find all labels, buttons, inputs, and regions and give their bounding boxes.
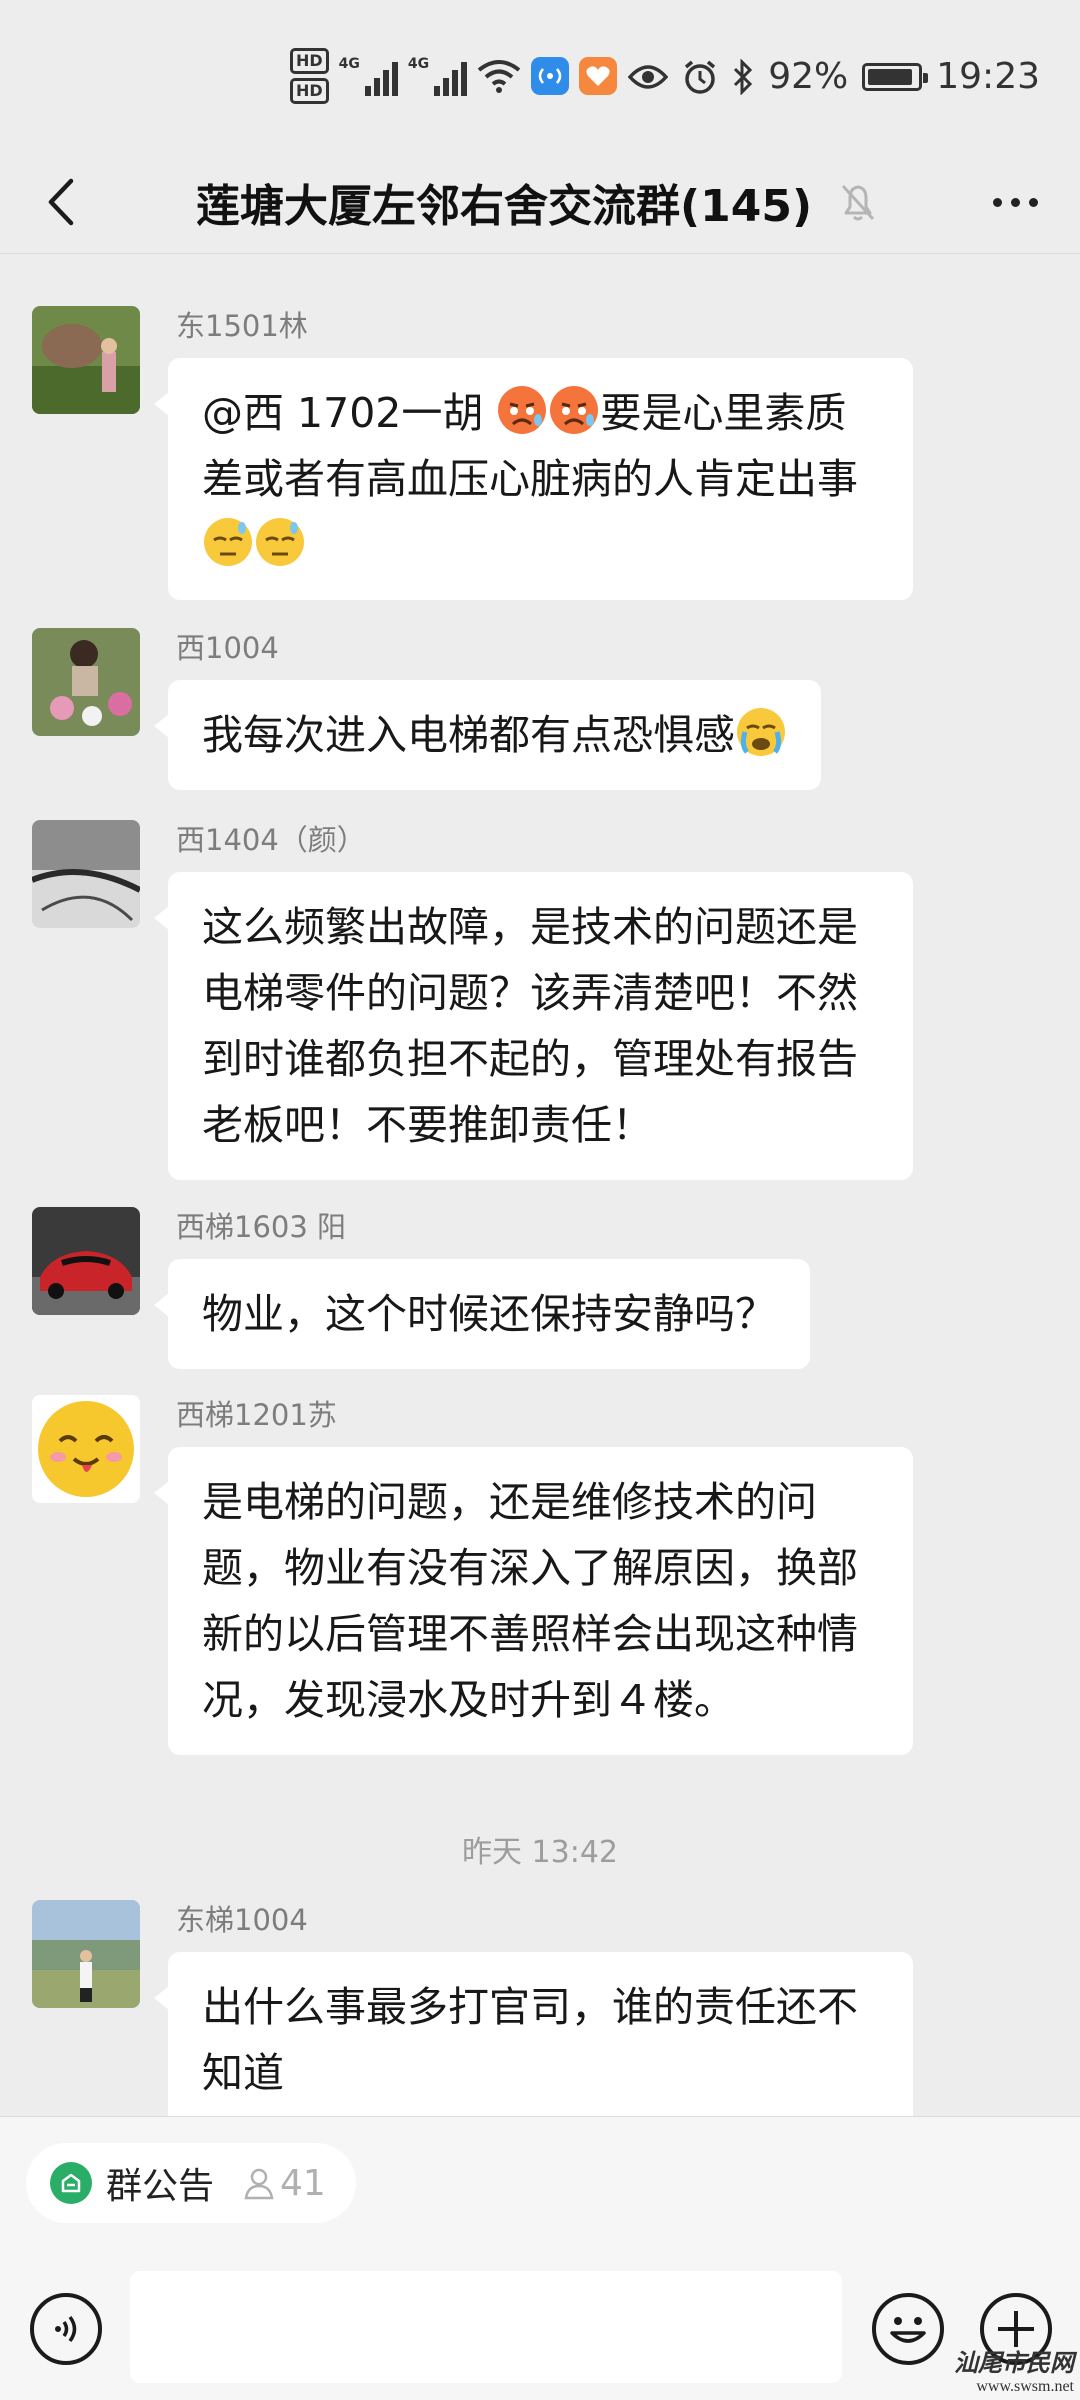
clock: 19:23 xyxy=(936,56,1040,97)
voice-icon xyxy=(55,2315,77,2343)
hd1-label: HD xyxy=(290,48,329,74)
avatar[interactable] xyxy=(32,1900,140,2008)
sweat-face-emoji-icon xyxy=(256,518,304,566)
title-area: 莲塘大厦左邻右舍交流群(145) xyxy=(196,150,878,254)
wifi-icon xyxy=(477,60,521,93)
message-text: @西 1702一胡 xyxy=(202,389,497,437)
sender-name: 东1501林 xyxy=(176,309,308,343)
message-text: 这么频繁出故障，是技术的问题还是电梯零件的问题？该弄清楚吧！不然到时谁都负担不起… xyxy=(202,903,858,1149)
message-text: 是电梯的问题，还是维修技术的问题，物业有没有深入了解原因，换部新的以后管理不善照… xyxy=(202,1478,858,1724)
more-options-button[interactable] xyxy=(980,172,1050,232)
member-count: 41 xyxy=(242,2163,326,2204)
chevron-left-icon xyxy=(48,178,74,226)
timestamp: 昨天 13:42 xyxy=(462,1835,618,1870)
sender-name: 西1004 xyxy=(176,631,279,665)
status-bar: HD HD 4G 4G 92% 19:23 xyxy=(0,0,1080,150)
message-bubble[interactable]: 物业，这个时候还保持安静吗？ xyxy=(154,1259,810,1369)
watermark-text: 汕尾市民网 xyxy=(954,2348,1074,2377)
avatar[interactable] xyxy=(32,628,140,736)
group-notice-chip[interactable]: 群公告 41 xyxy=(26,2143,356,2223)
member-count-value: 41 xyxy=(280,2162,326,2204)
sender-name: 东梯1004 xyxy=(176,1903,308,1937)
message-text: 我每次进入电梯都有点恐惧感 xyxy=(202,711,735,759)
avatar[interactable] xyxy=(32,820,140,928)
battery-percent: 92% xyxy=(768,56,849,97)
page-title: 莲塘大厦左邻右舍交流群(145) xyxy=(196,181,813,232)
network-2-label: 4G xyxy=(407,56,430,72)
avatar[interactable] xyxy=(32,1207,140,1315)
message-text: 物业，这个时候还保持安静吗？ xyxy=(202,1290,776,1338)
group-notice-label: 群公告 xyxy=(106,2166,215,2207)
smiley-icon xyxy=(890,2317,926,2343)
avatar[interactable] xyxy=(32,1395,140,1503)
chat-area[interactable]: 东1501林 @西 1702一胡 要是心里素质差或者有高血压心脏病的人肯定出事 … xyxy=(0,254,1080,2116)
hd-indicator: HD HD xyxy=(290,48,329,104)
signal-2-icon: 4G xyxy=(407,56,468,96)
more-dot-icon xyxy=(1010,197,1020,207)
message-bubble[interactable]: @西 1702一胡 要是心里素质差或者有高血压心脏病的人肯定出事 xyxy=(154,358,913,600)
bluetooth-icon xyxy=(734,58,753,95)
bottom-bar: 群公告 41 汕尾市民网 www.swsm.net xyxy=(0,2116,1080,2400)
message-input[interactable] xyxy=(130,2271,842,2383)
status-bar-right: 92% 19:23 xyxy=(628,56,1040,97)
avatar[interactable] xyxy=(32,306,140,414)
sad-face-emoji-icon xyxy=(498,386,547,434)
chat-header: 莲塘大厦左邻右舍交流群(145) xyxy=(0,150,1080,254)
voice-input-button[interactable] xyxy=(30,2293,102,2365)
more-dot-icon xyxy=(992,197,1002,207)
watermark-url: www.swsm.net xyxy=(976,2378,1074,2395)
sad-face-emoji-icon xyxy=(550,386,599,434)
more-dot-icon xyxy=(1028,197,1038,207)
status-bar-left: HD HD 4G 4G xyxy=(290,48,618,104)
message-bubble[interactable]: 是电梯的问题，还是维修技术的问题，物业有没有深入了解原因，换部新的以后管理不善照… xyxy=(154,1447,913,1755)
battery-icon xyxy=(862,62,929,91)
message-bubble[interactable]: 出什么事最多打官司，谁的责任还不知道 xyxy=(154,1952,913,2116)
person-icon xyxy=(244,2168,274,2200)
sender-name: 西1404（颜） xyxy=(176,823,366,857)
back-button[interactable] xyxy=(30,172,90,232)
sweat-face-emoji-icon xyxy=(204,518,252,566)
message-text: 出什么事最多打官司，谁的责任还不知道 xyxy=(202,1983,858,2097)
mute-bell-icon xyxy=(841,184,875,221)
signal-1-icon: 4G xyxy=(339,56,398,96)
alarm-icon xyxy=(685,60,716,94)
message-bubble[interactable]: 我每次进入电梯都有点恐惧感 xyxy=(154,680,821,790)
smiley-avatar-icon xyxy=(38,1401,134,1497)
crying-face-emoji-icon xyxy=(737,708,785,756)
message-bubble[interactable]: 这么频繁出故障，是技术的问题还是电梯零件的问题？该弄清楚吧！不然到时谁都负担不起… xyxy=(154,872,913,1180)
announcement-icon xyxy=(50,2162,92,2204)
network-1-label: 4G xyxy=(338,56,360,72)
hd2-label: HD xyxy=(290,78,329,104)
sender-name: 西梯1603 阳 xyxy=(176,1210,347,1244)
health-app-icon xyxy=(579,57,618,95)
site-watermark: 汕尾市民网 www.swsm.net xyxy=(954,2343,1074,2396)
hotspot-app-icon xyxy=(531,57,570,95)
emoji-button[interactable] xyxy=(872,2293,944,2365)
eye-icon xyxy=(628,64,669,89)
sender-name: 西梯1201苏 xyxy=(176,1398,337,1432)
